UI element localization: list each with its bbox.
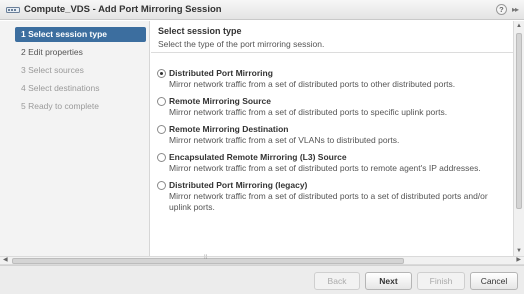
horizontal-scroll-thumb[interactable] — [12, 258, 404, 264]
wizard-content: Select session type Select the type of t… — [151, 21, 513, 256]
vertical-scroll-thumb[interactable] — [516, 33, 522, 209]
option-description: Mirror network traffic from a set of dis… — [169, 79, 456, 89]
radio-button[interactable] — [157, 97, 166, 106]
step-ready-to-complete: 5 Ready to complete — [21, 101, 99, 111]
step-select-session-type[interactable]: 1 Select session type — [15, 27, 146, 42]
step-select-sources: 3 Select sources — [21, 65, 84, 75]
content-header: Select session type Select the type of t… — [151, 21, 513, 53]
radio-button-checked[interactable] — [157, 69, 166, 78]
help-icon[interactable]: ? — [495, 4, 507, 15]
scroll-grip-icon: ⁞⁞ — [204, 255, 208, 261]
option-label[interactable]: Remote Mirroring Source — [169, 96, 271, 106]
step-edit-properties[interactable]: 2 Edit properties — [15, 45, 146, 60]
dialog-footer: Back Next Finish Cancel — [0, 265, 524, 294]
option-label[interactable]: Distributed Port Mirroring (legacy) — [169, 180, 307, 190]
option-description: Mirror network traffic from a set of VLA… — [169, 135, 400, 145]
dialog-title-bar: Compute_VDS - Add Port Mirroring Session… — [0, 0, 524, 20]
switch-icon — [6, 4, 20, 15]
option-description: Mirror network traffic from a set of dis… — [169, 191, 488, 212]
scroll-up-icon[interactable]: ▲ — [516, 23, 522, 29]
next-button[interactable]: Next — [365, 272, 412, 290]
step-select-destinations: 4 Select destinations — [21, 83, 100, 93]
page-title: Select session type — [158, 26, 242, 36]
dialog-title: Compute_VDS - Add Port Mirroring Session — [24, 4, 222, 15]
option-description: Mirror network traffic from a set of dis… — [169, 163, 481, 173]
scroll-down-icon[interactable]: ▼ — [516, 248, 522, 254]
back-button[interactable]: Back — [314, 272, 360, 290]
radio-button[interactable] — [157, 153, 166, 162]
radio-button[interactable] — [157, 181, 166, 190]
vertical-scrollbar[interactable]: ▲ ▼ — [513, 21, 524, 256]
option-label[interactable]: Encapsulated Remote Mirroring (L3) Sourc… — [169, 152, 347, 162]
horizontal-scrollbar[interactable]: ◀ ⁞⁞ ▶ — [0, 255, 524, 265]
cancel-button[interactable]: Cancel — [470, 272, 518, 290]
wizard-steps-nav: 1 Select session type 2 Edit properties … — [0, 21, 150, 256]
option-label[interactable]: Remote Mirroring Destination — [169, 124, 288, 134]
scroll-right-icon[interactable]: ▶ — [516, 256, 521, 263]
scroll-left-icon[interactable]: ◀ — [3, 256, 8, 263]
option-label[interactable]: Distributed Port Mirroring — [169, 68, 273, 78]
option-description: Mirror network traffic from a set of dis… — [169, 107, 448, 117]
finish-button[interactable]: Finish — [417, 272, 465, 290]
expand-icon[interactable]: ▸▸ — [512, 4, 519, 15]
radio-button[interactable] — [157, 125, 166, 134]
page-description: Select the type of the port mirroring se… — [158, 39, 325, 49]
